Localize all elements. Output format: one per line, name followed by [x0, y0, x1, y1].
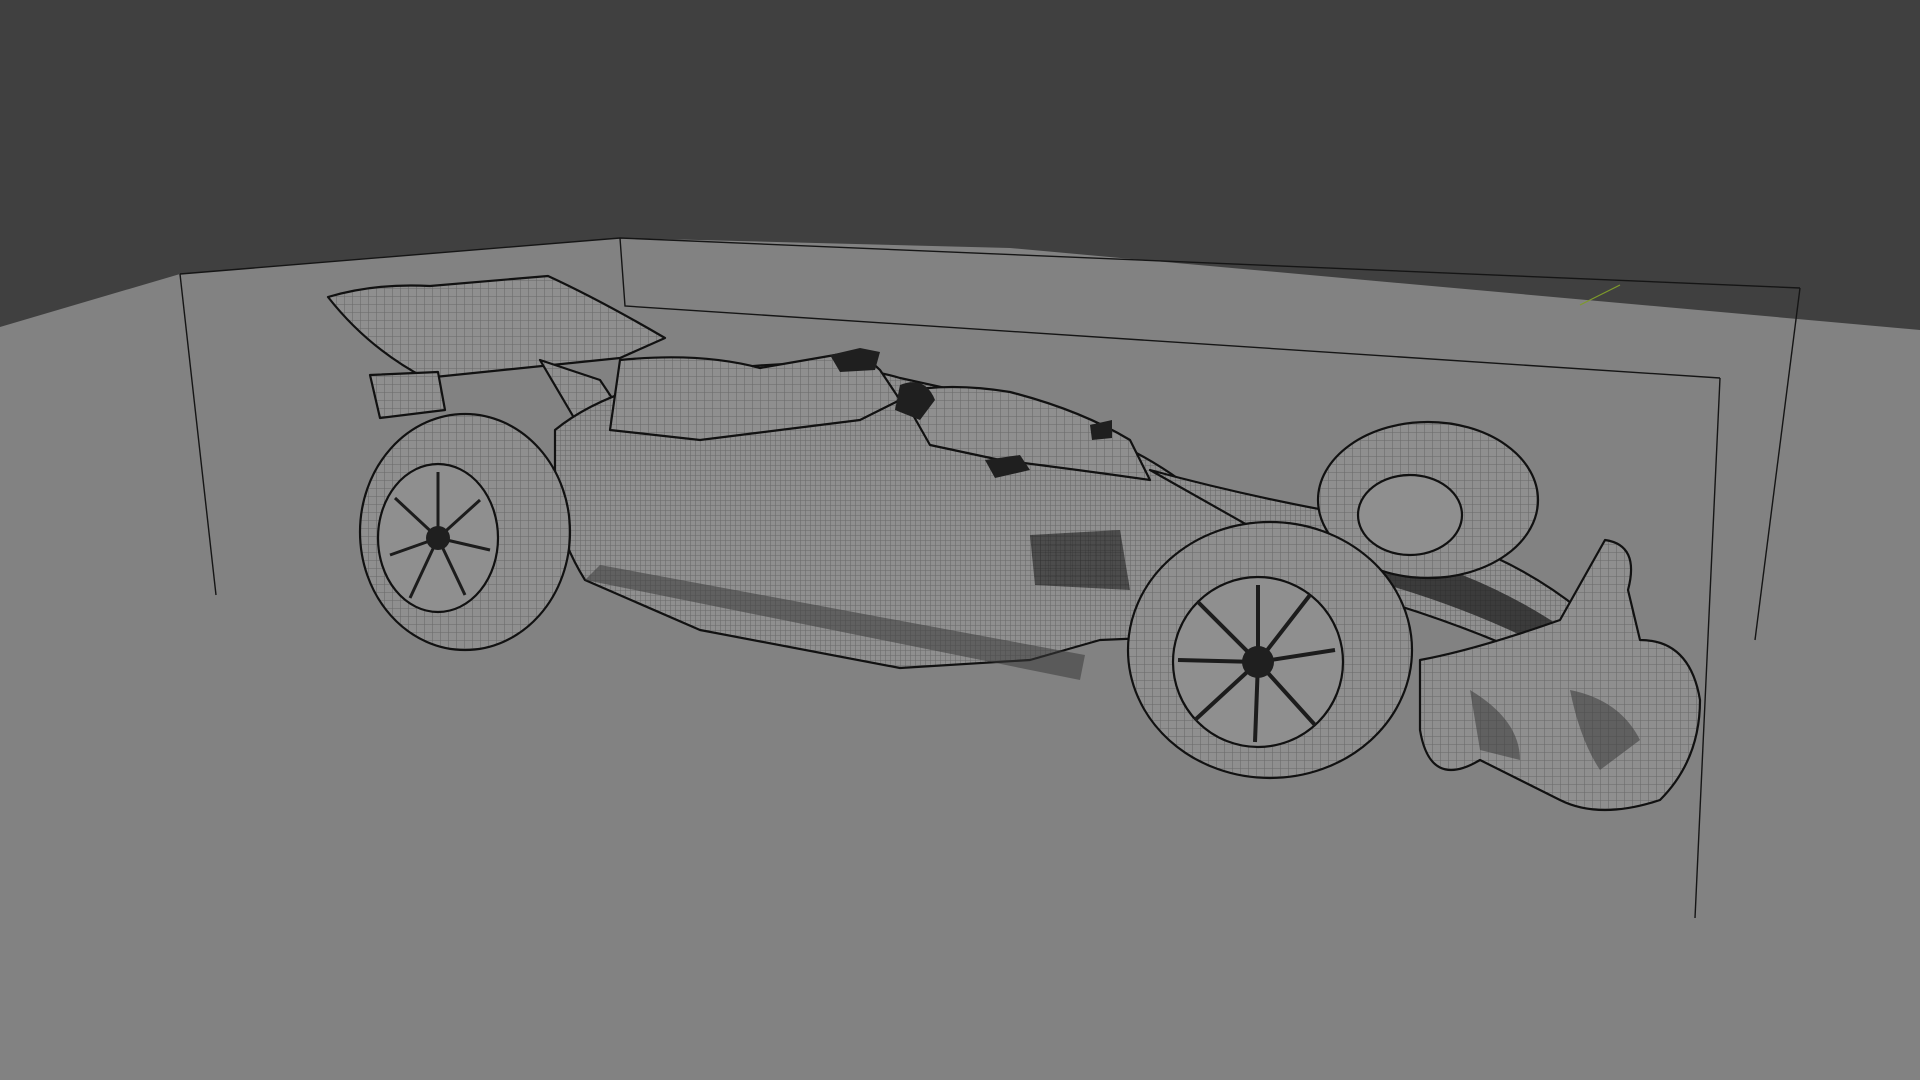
front-wheel-near[interactable]: [1126, 520, 1414, 780]
scene-canvas[interactable]: [0, 0, 1920, 1080]
3d-viewport[interactable]: [0, 0, 1920, 1080]
rear-wheel[interactable]: [358, 412, 572, 652]
